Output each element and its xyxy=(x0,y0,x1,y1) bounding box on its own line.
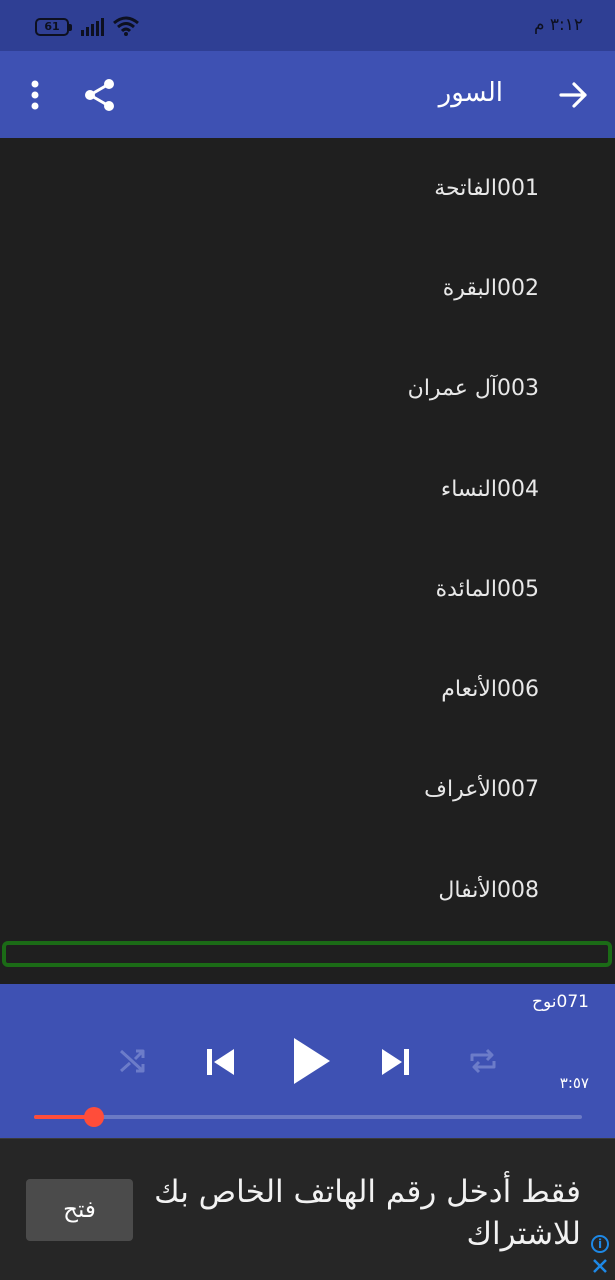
list-item[interactable]: 002البقرة xyxy=(0,238,615,338)
list-item[interactable]: 006الأنعام xyxy=(0,639,615,739)
list-item[interactable]: 004النساء xyxy=(0,439,615,539)
list-item-label: 007الأعراف xyxy=(424,777,539,803)
list-item[interactable]: 007الأعراف xyxy=(0,740,615,840)
list-item-label: 002البقرة xyxy=(442,275,539,301)
list-item-label: 006الأنعام xyxy=(441,677,539,703)
status-bar: 61 ٣:١٢ م xyxy=(0,0,615,51)
list-item-label: 003آل عمران xyxy=(407,376,539,402)
list-item-label: 005المائدة xyxy=(435,576,539,602)
status-clock: ٣:١٢ م xyxy=(533,15,583,35)
list-item-label: 008الأنفال xyxy=(438,877,539,903)
list-item[interactable]: 001الفاتحة xyxy=(0,138,615,238)
share-icon[interactable] xyxy=(80,75,120,115)
seek-bar-thumb[interactable] xyxy=(84,1107,105,1127)
signal-icon xyxy=(81,18,104,36)
track-duration: ٣:٥٧ xyxy=(559,1074,589,1092)
list-item-label: 004النساء xyxy=(440,476,539,502)
now-playing-title: 071نوح xyxy=(532,992,589,1012)
ad-banner[interactable]: فقط أدخل رقم الهاتف الخاص بك للاشتراك فت… xyxy=(0,1138,615,1280)
play-icon[interactable] xyxy=(286,1034,336,1088)
battery-level: 61 xyxy=(44,20,60,33)
list-item-label: 001الفاتحة xyxy=(434,175,539,201)
list-item[interactable]: 003آل عمران xyxy=(0,339,615,439)
ad-info-icon[interactable]: i xyxy=(591,1235,609,1253)
now-playing-label: 071نوح xyxy=(532,992,589,1012)
shuffle-icon[interactable] xyxy=(116,1044,150,1078)
skip-previous-icon[interactable] xyxy=(200,1042,240,1082)
seek-bar[interactable] xyxy=(34,1107,582,1127)
ad-close-icon[interactable] xyxy=(591,1257,609,1275)
app-bar: السور xyxy=(0,51,615,138)
ad-open-button[interactable]: فتح xyxy=(26,1179,133,1241)
ad-text: فقط أدخل رقم الهاتف الخاص بك للاشتراك xyxy=(154,1174,581,1252)
battery-icon: 61 xyxy=(35,18,72,36)
highlighted-list-item[interactable] xyxy=(2,941,612,967)
repeat-icon[interactable] xyxy=(466,1044,500,1078)
list-item[interactable]: 005المائدة xyxy=(0,539,615,639)
page-title: السور xyxy=(438,78,503,108)
list-item[interactable]: 008الأنفال xyxy=(0,840,615,940)
skip-next-icon[interactable] xyxy=(376,1042,416,1082)
media-player: 071نوح ٣:٥٧ xyxy=(0,984,615,1138)
wifi-icon xyxy=(113,16,139,36)
back-arrow-icon[interactable] xyxy=(553,75,593,115)
more-vert-icon[interactable] xyxy=(22,75,48,115)
surah-list: 001الفاتحة 002البقرة 003آل عمران 004النس… xyxy=(0,138,615,938)
